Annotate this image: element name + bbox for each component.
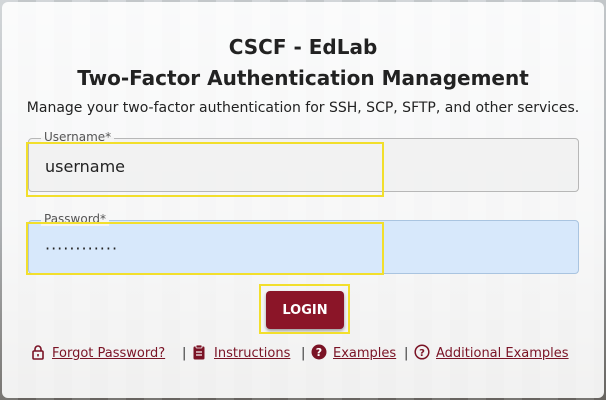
page-description: Manage your two-factor authentication fo… — [26, 100, 580, 116]
link-separator: | — [182, 346, 187, 361]
additional-examples-link[interactable]: Additional Examples — [436, 346, 569, 361]
svg-text:?: ? — [316, 346, 322, 359]
link-separator: | — [301, 346, 306, 361]
login-button[interactable]: LOGIN — [266, 291, 344, 329]
question-circle-filled-icon: ? — [311, 344, 327, 360]
help-links: Forgot Password? | Instructions | ? Exam… — [30, 342, 590, 366]
instructions-link[interactable]: Instructions — [214, 346, 290, 361]
page-title: Two-Factor Authentication Management — [77, 66, 529, 90]
password-input[interactable] — [43, 221, 547, 275]
clipboard-icon — [193, 344, 205, 360]
link-separator: | — [404, 346, 409, 361]
question-circle-icon: ? — [414, 344, 430, 360]
lock-icon — [32, 345, 44, 360]
username-input[interactable] — [43, 139, 547, 193]
username-field[interactable]: Username* — [28, 130, 579, 193]
forgot-password-link[interactable]: Forgot Password? — [52, 346, 165, 361]
app-title: CSCF - EdLab — [228, 35, 378, 59]
login-card: CSCF - EdLab Two-Factor Authentication M… — [2, 2, 604, 398]
examples-link[interactable]: Examples — [333, 346, 396, 361]
password-field[interactable]: Password* — [28, 212, 579, 275]
svg-text:?: ? — [419, 348, 425, 359]
